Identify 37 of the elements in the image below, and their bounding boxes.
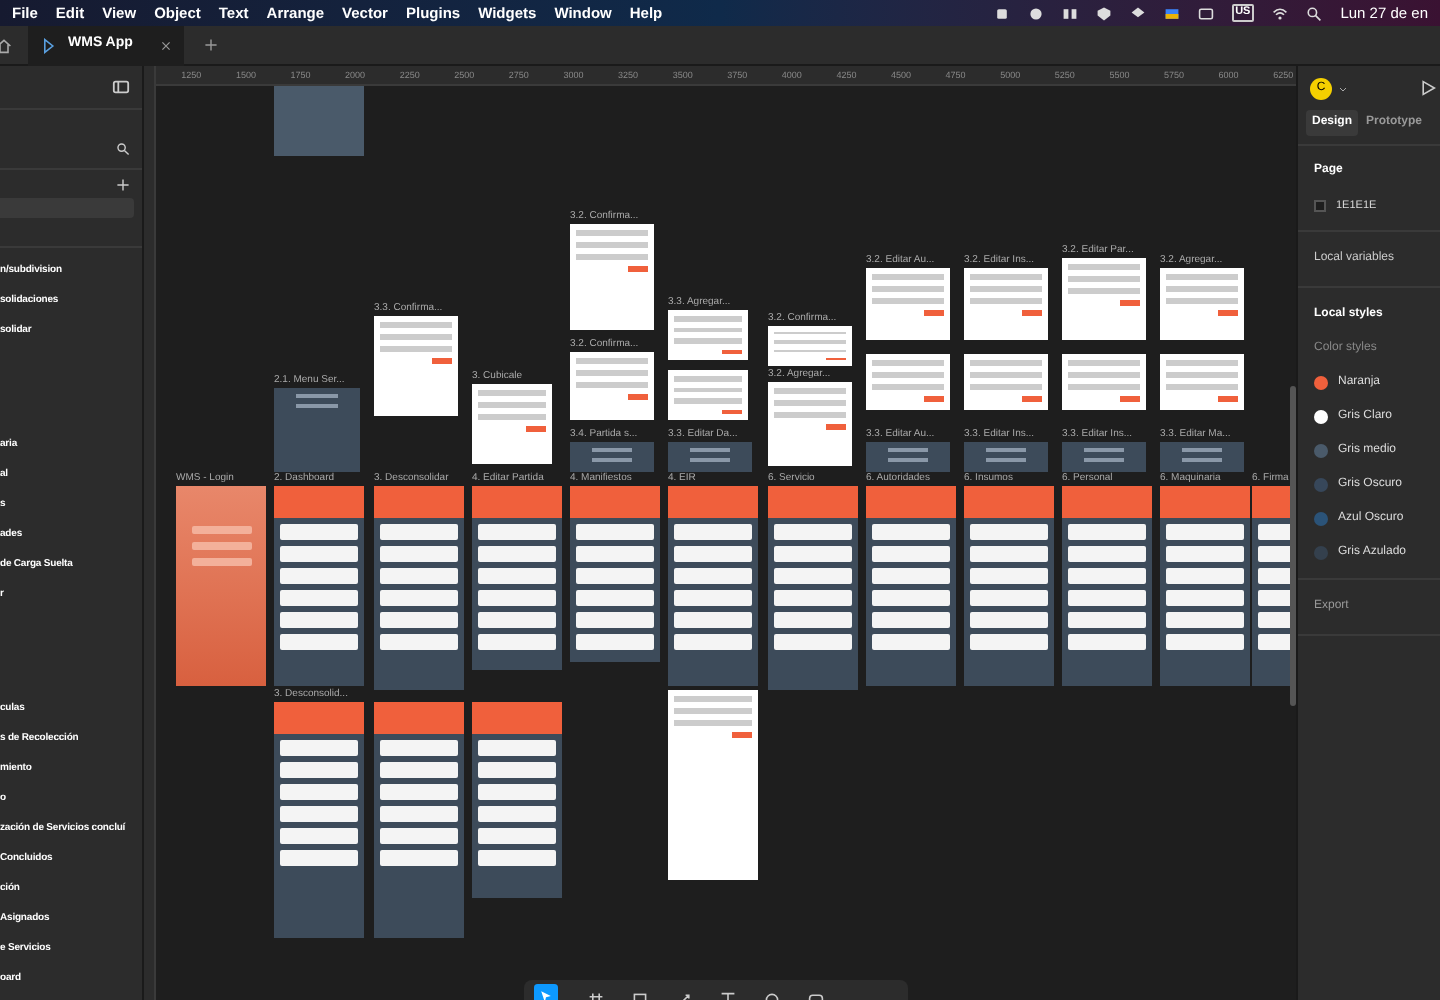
add-tab-icon[interactable] (204, 38, 219, 52)
dialog-screen-drawing (768, 326, 852, 366)
dialog-screen-drawing (472, 384, 552, 464)
add-page-icon[interactable] (116, 177, 130, 191)
search-icon[interactable] (1306, 5, 1323, 21)
close-icon[interactable] (160, 39, 173, 51)
dialog-screen-drawing (964, 268, 1048, 340)
menu-screen-drawing (1062, 442, 1146, 472)
dialog-screen-drawing (866, 354, 950, 410)
menu-screen-drawing (866, 442, 950, 472)
figma-file-icon (40, 37, 56, 53)
dialog-screen-drawing (570, 224, 654, 330)
menu-screen-drawing (1160, 442, 1244, 472)
dialog-screen-drawing (1062, 258, 1146, 340)
dialog-screen-drawing (768, 382, 852, 466)
dialog-screen-drawing (668, 310, 748, 360)
dialog-screen-drawing (964, 354, 1048, 410)
play-icon[interactable] (1420, 80, 1436, 96)
dialog-screen-drawing (1160, 268, 1244, 340)
dialog-screen-drawing (570, 352, 654, 420)
home-icon[interactable] (0, 37, 12, 53)
dialog-screen-drawing (1062, 354, 1146, 410)
menu-screen-drawing (274, 388, 360, 472)
menu-screen-drawing (570, 442, 654, 472)
scrollbar[interactable] (1290, 386, 1296, 706)
menu-screen-drawing (964, 442, 1048, 472)
color-swatch[interactable] (1314, 200, 1326, 213)
dialog-screen-drawing (374, 316, 458, 416)
dialog-screen-drawing (668, 370, 748, 420)
dialog-screen-drawing (866, 268, 950, 340)
status-icon[interactable] (1061, 5, 1078, 21)
search-icon[interactable] (116, 142, 130, 156)
frame-placeholder (274, 86, 364, 156)
dialog-screen-drawing (1160, 354, 1244, 410)
wifi-icon[interactable] (1272, 5, 1289, 21)
panel-toggle-icon[interactable] (112, 78, 130, 96)
menu-screen-drawing (668, 442, 752, 472)
